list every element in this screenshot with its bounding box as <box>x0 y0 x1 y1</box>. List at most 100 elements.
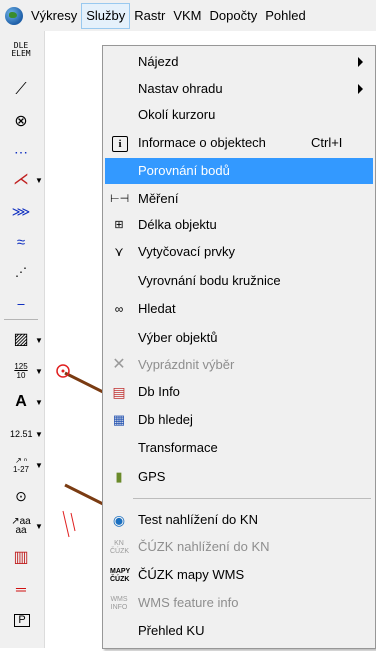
curve-icon: ≈ <box>16 233 26 251</box>
toolbar-button-text[interactable]: A ▼ <box>0 389 44 415</box>
menu-item-test-nahlizeni[interactable]: ◉ Test nahlížení do KN <box>105 507 373 533</box>
menubar: Výkresy Služby Rastr VKM Dopočty Pohled <box>0 0 376 32</box>
stakeout-icon: ⋎ <box>114 244 124 259</box>
menu-item-najezd[interactable]: Nájezd <box>105 49 373 75</box>
menu-item-nastav-ohradu[interactable]: Nastav ohradu <box>105 76 373 102</box>
menu-item-prehled-ku[interactable]: Přehled KU <box>105 618 373 644</box>
menu-item-label: ČÚZK mapy WMS <box>138 567 245 582</box>
line-icon: ⟋ <box>15 81 27 98</box>
toolbar-button-numbering[interactable]: ↗ ⁿ 1-27 ▼ <box>0 452 44 478</box>
menu-pohled[interactable]: Pohled <box>261 3 309 29</box>
menu-item-label: ČÚZK nahlížení do KN <box>138 539 270 554</box>
toolbar-button-dashed-line[interactable]: ⎯ <box>0 290 44 316</box>
chevron-down-icon: ▼ <box>35 460 43 470</box>
chevron-down-icon: ▼ <box>35 366 43 376</box>
toolbar-button-dle-elem[interactable]: DLE ELEM <box>0 37 44 63</box>
menu-item-label: Vytyčovací prvky <box>138 244 236 259</box>
text-style-icon: ↗aa aa <box>11 516 31 536</box>
menu-item-label: Měření <box>138 191 179 206</box>
toolbar-button-angle[interactable]: ⋌ ▼ <box>0 167 44 193</box>
kn-cuzk-icon: KN ČÚZK <box>110 540 130 555</box>
dimension-icon: 12.51 <box>10 428 33 439</box>
menu-item-label: Porovnání bodů <box>138 163 230 178</box>
chevron-down-icon: ▼ <box>35 335 43 345</box>
points-icon: ⋰ <box>15 265 27 279</box>
menu-item-wms-feature-info[interactable]: WMS INFO WMS feature info <box>105 590 373 616</box>
offset-icon: ⋙ <box>11 203 31 219</box>
menu-item-informace-o-objektech[interactable]: i Informace o objektech Ctrl+I <box>105 130 373 156</box>
info-icon: i <box>112 136 128 152</box>
menu-vykresy[interactable]: Výkresy <box>27 3 81 29</box>
toolbar-button-red-hatch[interactable]: ▥ <box>0 545 44 571</box>
submenu-arrow-icon <box>358 84 363 94</box>
menu-sluzby[interactable]: Služby <box>81 2 131 29</box>
menu-item-porovnani-bodu[interactable]: Porovnání bodů <box>105 158 373 184</box>
menu-item-label: Nájezd <box>138 54 179 69</box>
left-toolbar: DLE ELEM ⟋ ⊗ ⋯ ⋌ ▼ ⋙ ≈ ⋰ ⎯ ▨ ▼ 125 10 ▼ A ▼ 12… <box>0 31 45 648</box>
menu-item-label: Db Info <box>138 384 180 399</box>
menu-item-vyber-objektu[interactable]: Výber objektů <box>105 325 373 351</box>
menu-item-okoli-kurzoru[interactable]: Okolí kurzoru <box>105 102 373 128</box>
menu-item-delka-objektu[interactable]: ⊞ Délka objektu <box>105 212 373 238</box>
menu-item-label: Informace o objektech <box>138 135 266 150</box>
menu-item-gps[interactable]: ▮ GPS <box>105 464 373 490</box>
toolbar-button-circle[interactable]: ⊗ <box>0 109 44 135</box>
menu-item-cuzk-nahlizeni[interactable]: KN ČÚZK ČÚZK nahlížení do KN <box>105 534 373 560</box>
menu-item-label: WMS feature info <box>138 595 239 610</box>
menu-item-vyrovnani-bodu-kruznice[interactable]: Vyrovnání bodu kružnice <box>105 268 373 294</box>
menu-item-cuzk-mapy-wms[interactable]: MAPY ČÚZK ČÚZK mapy WMS <box>105 562 373 588</box>
toolbar-button-dotted-line[interactable]: ⋯ <box>0 139 44 165</box>
wms-info-icon: WMS INFO <box>110 596 128 611</box>
menu-vkm[interactable]: VKM <box>169 3 205 29</box>
toolbar-button-dimension[interactable]: 12.51 ▼ <box>0 421 44 447</box>
hatch-icon: ▨ <box>13 331 29 348</box>
circle-icon: ⊗ <box>14 113 28 130</box>
menu-item-label: Db hledej <box>138 412 193 427</box>
mapy-cuzk-icon: MAPY ČÚZK <box>110 568 131 583</box>
menu-item-label: Transformace <box>138 440 218 455</box>
sluzby-dropdown-menu: Nájezd Nastav ohradu Okolí kurzoru i Inf… <box>102 45 376 649</box>
toolbar-button-points[interactable]: ⋰ <box>0 259 44 285</box>
toolbar-button-line[interactable]: ⟋ <box>0 77 44 103</box>
dle-elem-icon: DLE ELEM <box>11 41 31 58</box>
menu-rastr[interactable]: Rastr <box>130 3 169 29</box>
fraction-text-icon: 125 10 <box>14 362 28 380</box>
toolbar-button-point-symbol[interactable]: ⊙ <box>0 483 44 509</box>
ruler-icon: ⊢⊣ <box>110 193 130 205</box>
toolbar-separator <box>4 319 38 320</box>
clear-x-icon: ✕ <box>112 356 126 373</box>
red-line-icon: ═ <box>16 581 26 597</box>
toolbar-button-red-line[interactable]: ═ <box>0 576 44 602</box>
chevron-down-icon: ▼ <box>35 429 43 439</box>
menu-item-transformace[interactable]: Transformace <box>105 435 373 461</box>
app-globe-icon <box>5 6 23 25</box>
length-icon: ⊞ <box>114 219 124 231</box>
dashed-line-icon: ⎯ <box>17 295 25 311</box>
toolbar-button-curve[interactable]: ≈ <box>0 229 44 255</box>
menu-item-vyprazdnit-vyber[interactable]: ✕ Vyprázdnit výběr <box>105 352 373 378</box>
menu-item-label: Délka objektu <box>138 217 217 232</box>
toolbar-button-offset[interactable]: ⋙ <box>0 198 44 224</box>
menu-item-vytycovaci-prvky[interactable]: ⋎ Vytyčovací prvky <box>105 239 373 265</box>
toolbar-button-fraction-text[interactable]: 125 10 ▼ <box>0 358 44 384</box>
toolbar-button-parcel[interactable]: P <box>0 607 44 633</box>
red-hatch-icon: ▥ <box>13 549 29 566</box>
point-symbol-icon: ⊙ <box>15 488 27 504</box>
gps-icon: ▮ <box>115 469 123 484</box>
menu-item-label: Výber objektů <box>138 330 218 345</box>
menu-item-hledat[interactable]: ∞ Hledat <box>105 296 373 322</box>
menu-dopocty[interactable]: Dopočty <box>206 3 262 29</box>
numbering-icon: ↗ ⁿ 1-27 <box>12 456 29 474</box>
dotted-line-icon: ⋯ <box>14 144 28 160</box>
menu-item-mereni[interactable]: ⊢⊣ Měření <box>105 186 373 212</box>
menu-separator <box>133 498 371 499</box>
menu-item-db-hledej[interactable]: ▦ Db hledej <box>105 407 373 433</box>
menu-item-db-info[interactable]: ▤ Db Info <box>105 379 373 405</box>
toolbar-button-text-style[interactable]: ↗aa aa ▼ <box>0 513 44 539</box>
menu-item-label: Okolí kurzoru <box>138 107 216 122</box>
toolbar-button-hatch[interactable]: ▨ ▼ <box>0 327 44 353</box>
parcel-icon: P <box>14 613 30 627</box>
chevron-down-icon: ▼ <box>35 521 43 531</box>
menu-item-label: Hledat <box>138 301 176 316</box>
db-search-icon: ▦ <box>112 412 126 427</box>
